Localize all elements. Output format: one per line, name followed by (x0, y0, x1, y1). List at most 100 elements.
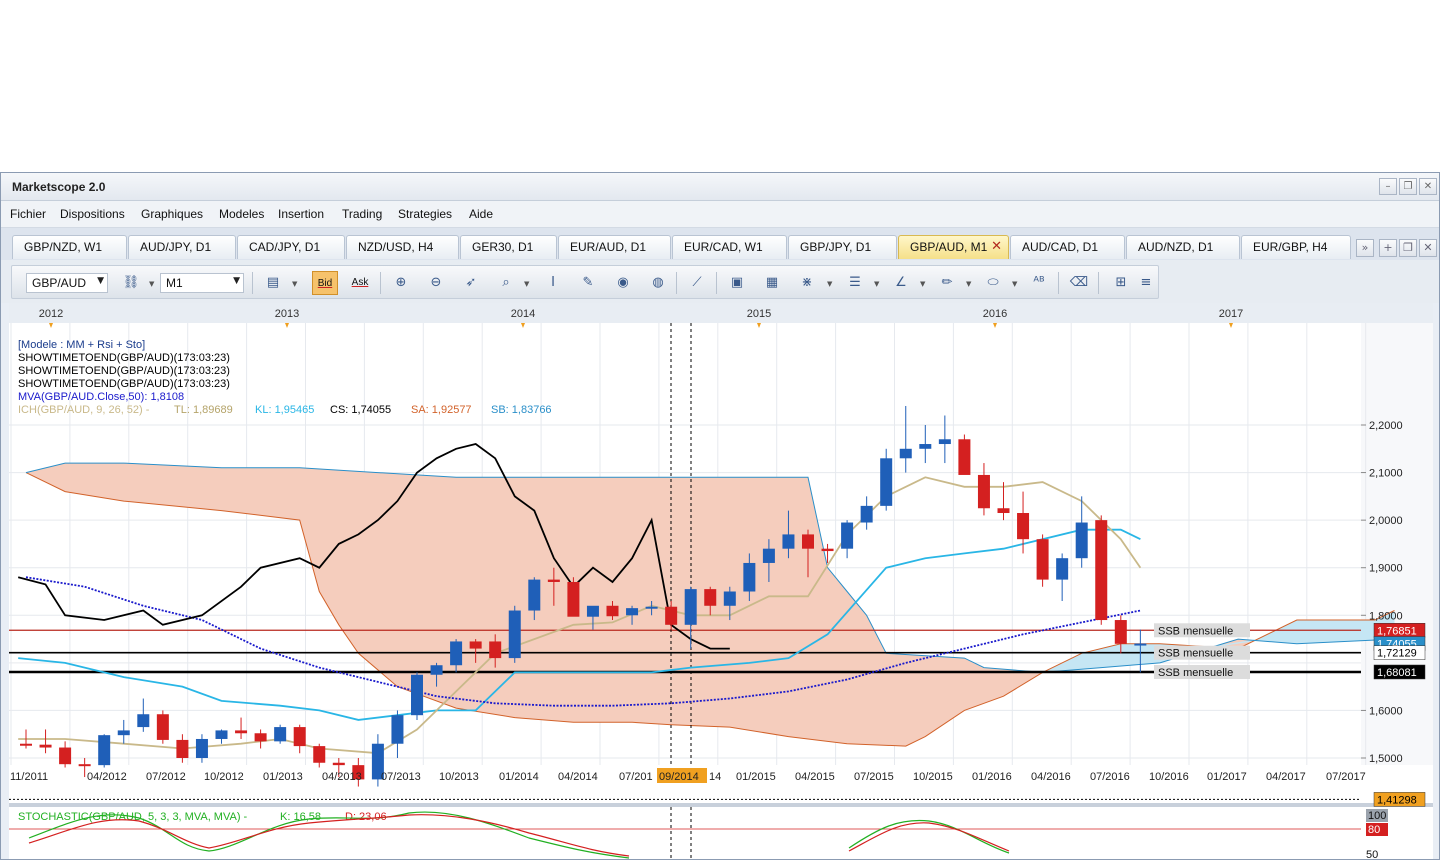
menu-aide[interactable]: Aide (469, 207, 493, 221)
maximize-button[interactable]: ❐ (1399, 178, 1417, 195)
date-tick-label: 10/2012 (204, 771, 244, 783)
price-chart[interactable]: 2012 2013 2014 2015 2016 2017 2,2000 2,1000 2,00… (9, 303, 1433, 860)
add-tab-icon[interactable]: + (1379, 239, 1397, 257)
chart-type-icon[interactable]: ▤ (260, 271, 286, 295)
menu-modeles[interactable]: Modeles (219, 207, 264, 221)
menu-fichier[interactable]: Fichier (10, 207, 46, 221)
cursor-icon[interactable]: ➶ (458, 271, 484, 295)
candle-body (176, 739, 189, 758)
date-tick-label: 10/2013 (439, 771, 479, 783)
eye-icon[interactable]: ◉ (610, 271, 636, 295)
menu-strategies[interactable]: Strategies (398, 207, 452, 221)
eraser-icon[interactable]: ⌫ (1066, 271, 1092, 295)
candle-body (899, 448, 912, 459)
price-tick-label: 1,9000 (1369, 563, 1403, 575)
ellipse-icon[interactable]: ⬭ (980, 271, 1006, 295)
tab-gbp-jpy-d1[interactable]: GBP/JPY, D1 (788, 235, 897, 259)
candle-body (137, 714, 150, 728)
app-title: Marketscope 2.0 (12, 180, 106, 194)
chevron-down-icon[interactable]: ▼ (149, 280, 154, 288)
close-button[interactable]: ✕ (1419, 178, 1437, 195)
template-icon[interactable]: ✎ (575, 271, 601, 295)
zoom-in-icon[interactable]: ⊕ (388, 271, 414, 295)
candle-body (235, 730, 248, 734)
title-bar: Marketscope 2.0 – ❐ ✕ (1, 173, 1439, 201)
tab-eur-cad-w1[interactable]: EUR/CAD, W1 (672, 235, 787, 259)
tab-gbp-nzd-w1[interactable]: GBP/NZD, W1 (12, 235, 127, 259)
globe-icon[interactable]: ◍ (645, 271, 671, 295)
tab-nzd-usd-h4[interactable]: NZD/USD, H4 (346, 235, 459, 259)
toolbar-divider (1058, 272, 1059, 294)
timeframe-select[interactable]: M1 ▼ (160, 273, 244, 293)
chevron-down-icon[interactable]: ▼ (1012, 280, 1017, 288)
tab-cad-jpy-d1[interactable]: CAD/JPY, D1 (237, 235, 345, 259)
date-tick-label: 01/2013 (263, 771, 303, 783)
window-icon[interactable]: ▦ (759, 271, 785, 295)
tab-ger30-d1[interactable]: GER30, D1 (460, 235, 557, 259)
candle-body (430, 665, 443, 675)
more-icon[interactable]: ≡ (1138, 271, 1154, 295)
lines-icon[interactable]: ☰ (842, 271, 868, 295)
price-tick-label: 1,5000 (1369, 753, 1403, 765)
menu-insertion[interactable]: Insertion (278, 207, 324, 221)
data-window-icon[interactable]: ⌕ (493, 271, 519, 295)
chevron-down-icon[interactable]: ▼ (966, 280, 971, 288)
candle-body (489, 641, 502, 659)
ask-button[interactable]: Ask (347, 271, 373, 295)
picture-icon[interactable]: ▣ (724, 271, 750, 295)
restore-tab-icon[interactable]: ❐ (1399, 239, 1417, 257)
minimize-button[interactable]: – (1379, 178, 1397, 195)
candle-body (156, 714, 169, 740)
candle-body (215, 730, 228, 739)
text-icon[interactable]: ᴬᴮ (1026, 271, 1052, 295)
fibonacci-icon[interactable]: ⋇ (794, 271, 820, 295)
chart-area[interactable]: 2012 2013 2014 2015 2016 2017 2,2000 2,1000 2,00… (9, 303, 1433, 860)
ruler-icon[interactable]: ⟋ (684, 271, 710, 295)
tab-eur-gbp-h4[interactable]: EUR/GBP, H4 (1241, 235, 1351, 259)
price-axis-band (1361, 323, 1433, 765)
price-tick-label: 1,6000 (1369, 705, 1403, 717)
candle-body (391, 715, 404, 744)
date-tick-label: 10/2016 (1149, 771, 1189, 783)
zoom-out-icon[interactable]: ⊖ (423, 271, 449, 295)
chevron-down-icon[interactable]: ▼ (827, 280, 832, 288)
bid-button[interactable]: Bid (312, 271, 338, 295)
tab-aud-nzd-d1[interactable]: AUD/NZD, D1 (1126, 235, 1240, 259)
chart-tabs: GBP/NZD, W1 AUD/JPY, D1 CAD/JPY, D1 NZD/… (1, 228, 1439, 260)
date-tick-label: 07/2016 (1090, 771, 1130, 783)
trendline-icon[interactable]: ∠ (888, 271, 914, 295)
menu-trading[interactable]: Trading (342, 207, 382, 221)
timeframe-value: M1 (166, 276, 183, 290)
date-tick-label: 10/2015 (913, 771, 953, 783)
candle-body (1114, 620, 1127, 644)
candle-body (1075, 522, 1088, 559)
instrument-select[interactable]: GBP/AUD ▼ (26, 273, 108, 293)
menu-graphiques[interactable]: Graphiques (141, 207, 203, 221)
tab-aud-jpy-d1[interactable]: AUD/JPY, D1 (128, 235, 236, 259)
chevron-down-icon[interactable]: ▼ (920, 280, 925, 288)
tab-gbp-aud-m1[interactable]: GBP/AUD, M1 ✕ (898, 235, 1009, 259)
year-label: 2013 (275, 308, 299, 320)
chevron-down-icon[interactable]: ▼ (524, 280, 529, 288)
candle-body (274, 727, 287, 742)
desktop-background (0, 0, 1440, 172)
year-label: 2017 (1219, 308, 1243, 320)
chevron-down-icon[interactable]: ▼ (874, 280, 879, 288)
date-tick-label: 11/2011 (10, 771, 48, 783)
legend-line: MVA(GBP/AUD.Close,50): 1,8108 (18, 391, 184, 403)
candle-body (665, 606, 678, 625)
tree-icon[interactable]: ⊞ (1108, 271, 1134, 295)
link-icon[interactable]: ⛓ (118, 271, 144, 295)
chevron-down-icon[interactable]: ▼ (292, 280, 297, 288)
indicator-icon[interactable]: Ⅰ (540, 271, 566, 295)
candle-body (547, 579, 560, 582)
close-all-tabs-icon[interactable]: ✕ (1419, 239, 1437, 257)
candle-body (195, 738, 208, 758)
close-tab-icon[interactable]: ✕ (991, 239, 1002, 254)
pencil-icon[interactable]: ✏ (934, 271, 960, 295)
menu-dispositions[interactable]: Dispositions (60, 207, 125, 221)
tab-overflow-icon[interactable]: » (1356, 239, 1374, 257)
candle-body (1056, 558, 1069, 580)
tab-aud-cad-d1[interactable]: AUD/CAD, D1 (1010, 235, 1125, 259)
tab-eur-aud-d1[interactable]: EUR/AUD, D1 (558, 235, 671, 259)
